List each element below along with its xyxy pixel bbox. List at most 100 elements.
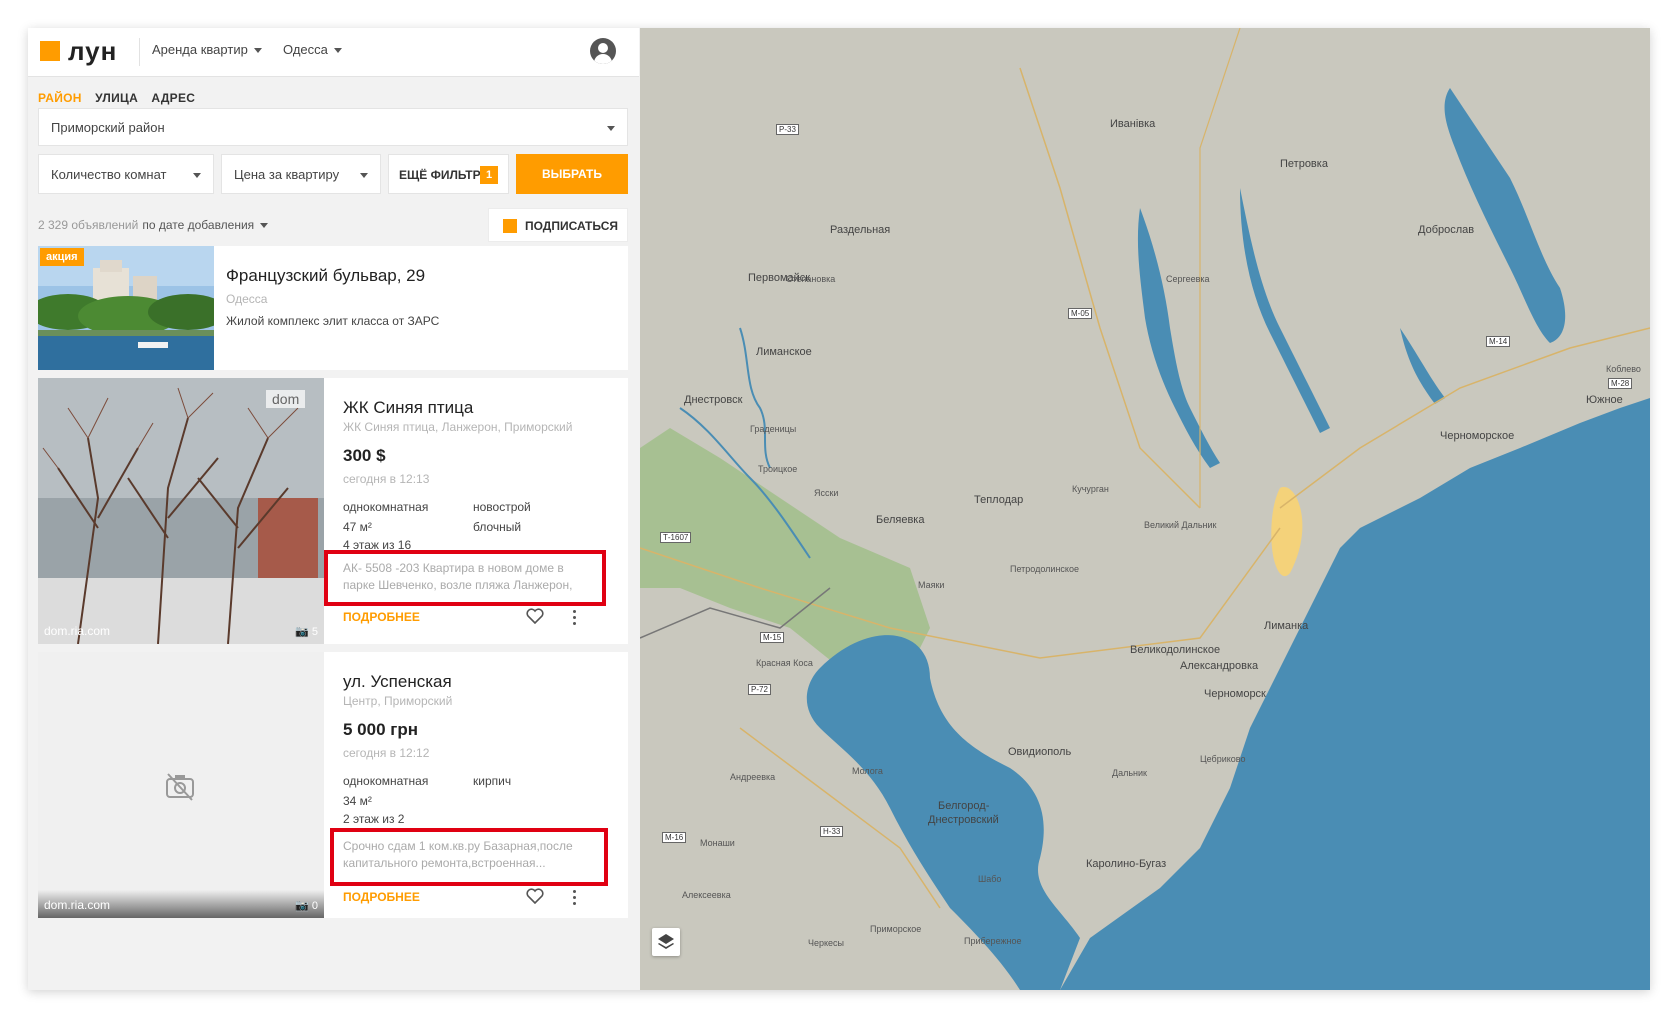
sort-label: по дате добавления	[142, 218, 255, 232]
map-label: Овидиополь	[1008, 746, 1072, 758]
listing-area: 34 м²	[343, 794, 372, 808]
results-count: 2 329 объявлений	[38, 218, 139, 232]
map-label: Коблево	[1606, 364, 1641, 374]
map-label: Белгород-	[938, 800, 990, 812]
filters-count-badge: 1	[480, 166, 498, 184]
layers-icon	[658, 934, 674, 949]
promo-badge: акция	[40, 248, 84, 266]
chevron-down-icon	[260, 223, 269, 229]
map-label: Днестровск	[684, 394, 743, 406]
map-label: Южное	[1586, 394, 1623, 406]
listing-photo[interactable]: dom.ria.com 📷 0	[38, 652, 324, 918]
map-label: Великодолинское	[1130, 644, 1221, 656]
listing-photo[interactable]: dom dom.ria.com 📷 5	[38, 378, 324, 644]
road-number: Т-1607	[660, 532, 692, 543]
more-options-icon[interactable]	[573, 890, 577, 908]
chevron-down-icon	[253, 48, 262, 54]
map-label: Ясски	[814, 488, 839, 498]
listing-rooms: однокомнатная	[343, 774, 429, 788]
road-number: Р-33	[776, 124, 799, 135]
map-label: Теплодар	[974, 494, 1024, 506]
tab-address[interactable]: АДРЕС	[151, 91, 195, 105]
map-label: Александровка	[1180, 660, 1259, 672]
promo-title[interactable]: Французский бульвар, 29	[226, 266, 425, 286]
map-label: Кучурган	[1072, 484, 1109, 494]
highlight-box	[330, 828, 608, 886]
chevron-down-icon	[607, 126, 615, 131]
search-panel: лун Аренда квартир Одесса РАЙОН УЛИЦА АД…	[28, 28, 639, 990]
map-layers-button[interactable]	[652, 928, 680, 956]
map-label: Прибережное	[964, 936, 1022, 946]
map-label: Цебриково	[1200, 754, 1246, 764]
tab-district[interactable]: РАЙОН	[38, 91, 82, 105]
rooms-select[interactable]: Количество комнат	[38, 154, 214, 194]
rent-type-dropdown[interactable]: Аренда квартир	[152, 42, 262, 57]
photo-count: 📷 0	[295, 900, 318, 912]
listing-address: Центр, Приморский	[343, 694, 453, 708]
promo-photo[interactable]: акция	[38, 246, 214, 370]
district-select[interactable]: Приморский район	[38, 108, 628, 146]
apply-button[interactable]: ВЫБРАТЬ	[516, 154, 628, 194]
more-filters-button[interactable]: ЕЩЁ ФИЛЬТРЫ 1	[388, 154, 509, 194]
map-label: Черкесы	[808, 938, 845, 948]
map-label: Андреевка	[730, 772, 776, 782]
more-filters-label: ЕЩЁ ФИЛЬТРЫ	[399, 168, 493, 182]
map-label: Лиманское	[756, 346, 812, 358]
listing-title[interactable]: ЖК Синяя птица	[343, 398, 473, 418]
listing-card[interactable]: dom dom.ria.com 📷 5 ЖК Синяя птица ЖК Си…	[38, 378, 628, 644]
user-account-icon[interactable]	[590, 38, 616, 64]
heart-icon[interactable]	[526, 888, 544, 904]
top-bar: лун Аренда квартир Одесса	[28, 28, 639, 77]
map-label: Алексеевка	[682, 890, 731, 900]
listing-area: 47 м²	[343, 520, 372, 534]
road-number: Н-33	[820, 826, 844, 837]
photo-watermark: dom.ria.com	[44, 898, 111, 912]
chevron-down-icon	[360, 173, 368, 178]
road-number: М-16	[662, 832, 687, 843]
listing-material: блочный	[473, 520, 522, 534]
map-label: Каролино-Бугаз	[1086, 858, 1167, 870]
listing-type: новострой	[473, 500, 531, 514]
more-details-link[interactable]: ПОДРОБНЕЕ	[343, 610, 420, 624]
logo-text: лун	[68, 36, 118, 66]
listing-title[interactable]: ул. Успенская	[343, 672, 452, 692]
city-dropdown[interactable]: Одесса	[283, 42, 342, 57]
map-label: Дальник	[1112, 768, 1147, 778]
map-label: Иванівка	[1110, 118, 1156, 130]
map-label: Граденицы	[750, 424, 797, 434]
rooms-select-value: Количество комнат	[51, 167, 167, 182]
divider	[139, 38, 140, 66]
app-window: лун Аренда квартир Одесса РАЙОН УЛИЦА АД…	[28, 28, 1650, 990]
listing-type: кирпич	[473, 774, 512, 788]
map-view[interactable]: Первомайск Днестровск Беляевка Теплодар …	[640, 28, 1650, 990]
map-label: Доброслав	[1418, 224, 1475, 236]
subscribe-label: ПОДПИСАТЬСЯ	[525, 219, 618, 233]
map-canvas[interactable]	[640, 28, 1650, 990]
map-label: Сергеевка	[1166, 274, 1210, 284]
tab-street[interactable]: УЛИЦА	[95, 91, 138, 105]
promo-description: Жилой комплекс элит класса от ЗАРС	[226, 314, 440, 328]
road-number: М-28	[1608, 378, 1633, 389]
heart-icon[interactable]	[526, 608, 544, 624]
more-options-icon[interactable]	[573, 610, 577, 628]
map-label: Черноморск	[1204, 688, 1266, 700]
photo-count: 📷 5	[295, 626, 318, 638]
photo-source-badge: dom	[266, 390, 306, 408]
map-label: Маяки	[918, 580, 945, 590]
logo-mark	[40, 41, 60, 61]
price-select[interactable]: Цена за квартиру	[221, 154, 381, 194]
logo[interactable]: лун	[40, 36, 118, 66]
map-label: Беляевка	[876, 514, 925, 526]
listing-address: ЖК Синяя птица, Ланжерон, Приморский	[343, 420, 573, 434]
chevron-down-icon	[193, 173, 201, 178]
subscribe-button[interactable]: ПОДПИСАТЬСЯ	[488, 208, 628, 242]
listing-rooms: однокомнатная	[343, 500, 429, 514]
map-label: Лиманка	[1264, 620, 1309, 632]
listing-floor: 2 этаж из 2	[343, 812, 405, 826]
photo-count-value: 5	[311, 626, 318, 638]
map-label: Молога	[852, 766, 883, 776]
promo-card[interactable]: акция Французский бульвар, 29 Одесса Жил…	[38, 246, 628, 370]
listing-card[interactable]: dom.ria.com 📷 0 ул. Успенская Центр, При…	[38, 652, 628, 918]
sort-dropdown[interactable]: по дате добавления	[142, 218, 269, 232]
more-details-link[interactable]: ПОДРОБНЕЕ	[343, 890, 420, 904]
